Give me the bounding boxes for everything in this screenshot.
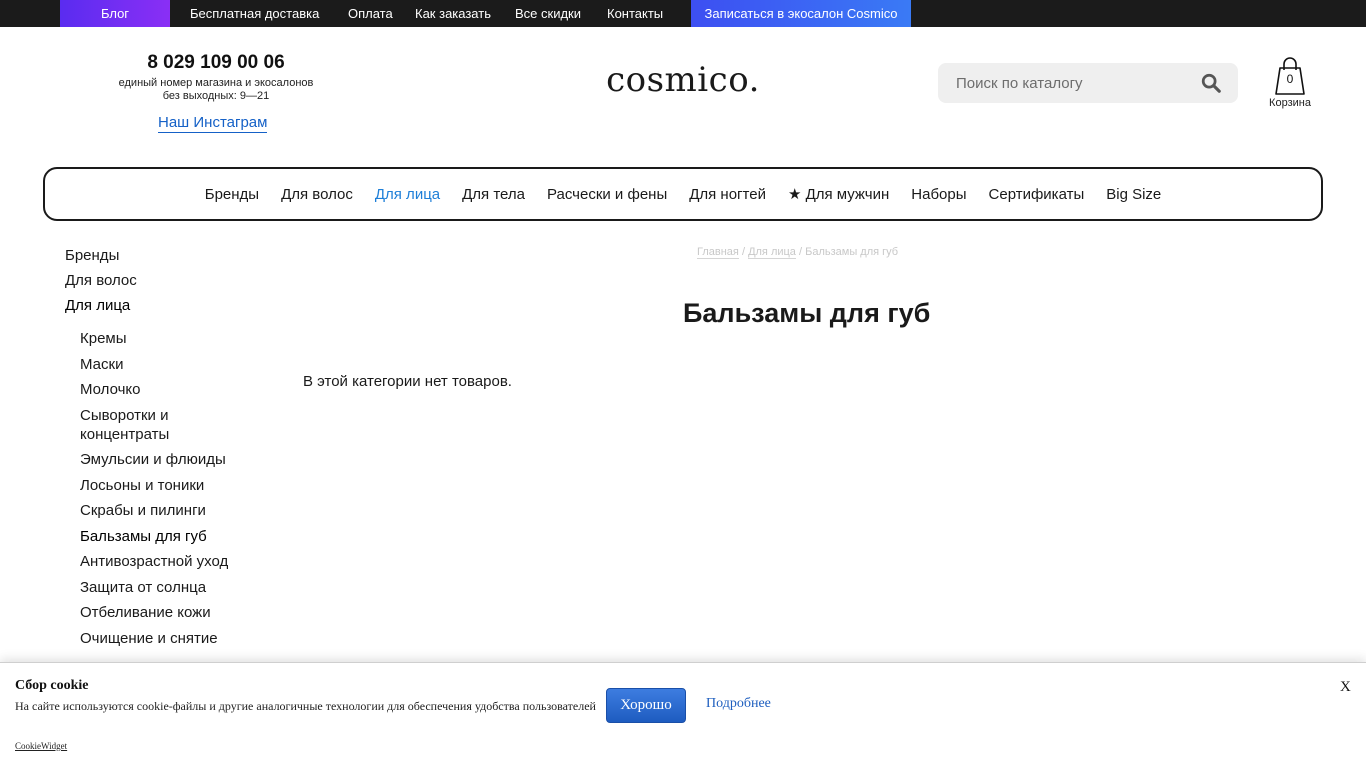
nav-item-nails[interactable]: Для ногтей xyxy=(689,186,766,203)
site-logo[interactable]: cosmico. xyxy=(600,60,766,100)
nav-item-sets[interactable]: Наборы xyxy=(911,186,966,203)
phone-number[interactable]: 8 029 109 00 06 xyxy=(100,52,332,74)
breadcrumb: Главная / Для лица / Бальзамы для губ xyxy=(697,246,899,259)
phone-note: единый номер магазина и экосалонов без в… xyxy=(100,77,332,103)
phone-note-line-1: единый номер магазина и экосалонов xyxy=(118,77,314,89)
search-icon[interactable] xyxy=(1200,72,1222,94)
nav-item-body[interactable]: Для тела xyxy=(462,186,525,203)
sidebar-item-hair[interactable]: Для волос xyxy=(65,271,240,296)
cookie-widget-link[interactable]: CookieWidget xyxy=(15,741,67,751)
sidebar-subcategories: Кремы Маски Молочко Сыворотки и концентр… xyxy=(80,329,240,648)
sidebar-item-face[interactable]: Для лица xyxy=(65,296,240,321)
breadcrumb-separator: / xyxy=(799,246,803,258)
breadcrumb-home[interactable]: Главная xyxy=(697,246,739,259)
breadcrumb-separator: / xyxy=(741,246,745,258)
cookie-accept-button[interactable]: Хорошо xyxy=(606,688,686,723)
nav-item-brands[interactable]: Бренды xyxy=(205,186,259,203)
sidebar-sub-creams[interactable]: Кремы xyxy=(80,329,235,348)
sidebar-sub-milk[interactable]: Молочко xyxy=(80,380,235,399)
sidebar-sub-scrubs[interactable]: Скрабы и пилинги xyxy=(80,501,235,520)
cookie-title: Сбор cookie xyxy=(15,678,89,693)
nav-item-big-size[interactable]: Big Size xyxy=(1106,186,1161,203)
sidebar-sub-cleansing[interactable]: Очищение и снятие xyxy=(80,629,235,648)
cart[interactable]: 0 Корзина xyxy=(1264,56,1316,112)
sidebar-sub-lip-balms[interactable]: Бальзамы для губ xyxy=(80,527,235,546)
sidebar-item-brands[interactable]: Бренды xyxy=(65,246,240,271)
topbar-salon-booking-link[interactable]: Записаться в экосалон Cosmico xyxy=(691,0,911,27)
nav-item-brushes-dryers[interactable]: Расчески и фены xyxy=(547,186,667,203)
sidebar-sub-sun-protection[interactable]: Защита от солнца xyxy=(80,578,235,597)
cookie-banner: Сбор cookie На сайте используются cookie… xyxy=(0,662,1366,768)
topbar-link-payment[interactable]: Оплата xyxy=(348,0,393,27)
main-nav: Бренды Для волос Для лица Для тела Расче… xyxy=(43,167,1323,221)
phone-note-line-2: без выходных: 9—21 xyxy=(162,90,270,102)
category-sidebar: Бренды Для волос Для лица Кремы Маски Мо… xyxy=(65,246,240,654)
main-nav-list: Бренды Для волос Для лица Для тела Расче… xyxy=(45,169,1321,219)
sidebar-sub-lotions[interactable]: Лосьоны и тоники xyxy=(80,476,235,495)
nav-item-face[interactable]: Для лица xyxy=(375,186,440,203)
cart-label: Корзина xyxy=(1269,97,1311,109)
top-bar: Блог Бесплатная доставка Оплата Как зака… xyxy=(0,0,1366,27)
sidebar-sub-anti-age[interactable]: Антивозрастной уход xyxy=(80,552,235,571)
close-icon[interactable]: X xyxy=(1340,679,1351,696)
nav-item-hair[interactable]: Для волос xyxy=(281,186,353,203)
search-box xyxy=(938,63,1238,103)
nav-item-men[interactable]: ★ Для мужчин xyxy=(788,185,889,203)
empty-category-message: В этой категории нет товаров. xyxy=(303,373,512,390)
sidebar-sub-masks[interactable]: Маски xyxy=(80,355,235,374)
topbar-link-delivery[interactable]: Бесплатная доставка xyxy=(190,0,319,27)
topbar-link-how-to-order[interactable]: Как заказать xyxy=(415,0,491,27)
topbar-link-discounts[interactable]: Все скидки xyxy=(515,0,581,27)
sidebar-sub-whitening[interactable]: Отбеливание кожи xyxy=(80,603,235,622)
sidebar-sub-serums[interactable]: Сыворотки и концентраты xyxy=(80,406,235,444)
breadcrumb-section[interactable]: Для лица xyxy=(748,246,796,259)
topbar-link-contacts[interactable]: Контакты xyxy=(607,0,663,27)
breadcrumb-current: Бальзамы для губ xyxy=(805,246,899,258)
cookie-text: На сайте используются cookie-файлы и дру… xyxy=(15,699,596,713)
instagram-link[interactable]: Наш Инстаграм xyxy=(158,114,268,133)
cookie-more-link[interactable]: Подробнее xyxy=(706,696,771,712)
page-title: Бальзамы для губ xyxy=(683,298,931,328)
nav-item-certificates[interactable]: Сертификаты xyxy=(989,186,1085,203)
sidebar-sub-emulsions[interactable]: Эмульсии и флюиды xyxy=(80,450,235,469)
topbar-blog-link[interactable]: Блог xyxy=(60,0,170,27)
cart-count: 0 xyxy=(1286,72,1294,86)
search-input[interactable] xyxy=(956,63,1196,103)
